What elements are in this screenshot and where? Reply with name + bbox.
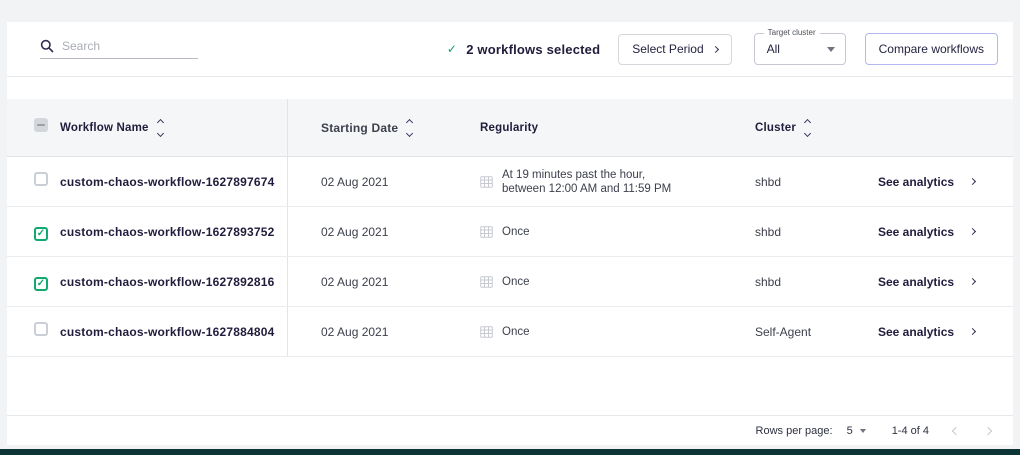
table-header: Workflow Name Starting Date Regularity C… [7, 99, 1013, 157]
column-regularity: Regularity [475, 122, 755, 134]
pagination-nav [953, 428, 991, 434]
see-analytics-link[interactable]: See analytics [871, 275, 1013, 289]
previous-page-button[interactable] [952, 426, 960, 434]
column-starting-date-label: Starting Date [321, 121, 398, 135]
toolbar: ✓ 2 workflows selected Select Period Tar… [7, 22, 1013, 77]
calendar-icon [480, 325, 493, 338]
chevron-right-icon [969, 178, 976, 185]
workflow-name: custom-chaos-workflow-1627893752 [60, 225, 287, 239]
regularity-text: At 19 minutes past the hour, between 12:… [502, 168, 671, 196]
rows-per-page-select[interactable]: 5 [847, 425, 866, 437]
column-regularity-label: Regularity [480, 122, 538, 134]
workflow-name: custom-chaos-workflow-1627884804 [60, 325, 287, 339]
see-analytics-label: See analytics [878, 225, 954, 239]
starting-date: 02 Aug 2021 [287, 257, 475, 306]
cluster-value: Self-Agent [755, 325, 871, 339]
cluster-value: shbd [755, 275, 871, 289]
table-row: custom-chaos-workflow-1627892816 02 Aug … [7, 257, 1013, 307]
chevron-right-icon [712, 45, 719, 52]
workflow-comparison-card: ✓ 2 workflows selected Select Period Tar… [7, 22, 1013, 445]
target-cluster-label: Target cluster [764, 28, 820, 37]
bottom-strip [0, 449, 1020, 455]
regularity-text: Once [502, 325, 530, 339]
chevron-right-icon [969, 278, 976, 285]
chevron-right-icon [969, 328, 976, 335]
starting-date: 02 Aug 2021 [287, 207, 475, 256]
column-workflow-name[interactable]: Workflow Name [60, 120, 287, 136]
chevron-down-icon [860, 429, 866, 433]
row-checkbox[interactable] [34, 227, 48, 241]
chevron-down-icon [827, 47, 835, 52]
row-checkbox[interactable] [34, 322, 48, 336]
rows-per-page-value: 5 [847, 425, 853, 437]
calendar-icon [480, 225, 493, 238]
selected-summary: ✓ 2 workflows selected [447, 42, 600, 57]
pagination-bar: Rows per page: 5 1-4 of 4 [7, 415, 1013, 445]
select-period-label: Select Period [632, 42, 703, 56]
table-row: custom-chaos-workflow-1627893752 02 Aug … [7, 207, 1013, 257]
target-cluster-select[interactable]: Target cluster All [754, 33, 846, 65]
table-row: custom-chaos-workflow-1627884804 02 Aug … [7, 307, 1013, 357]
next-page-button[interactable] [984, 426, 992, 434]
regularity-cell: Once [475, 225, 755, 239]
row-checkbox-cell [7, 223, 60, 241]
calendar-icon [480, 275, 493, 288]
calendar-icon [480, 175, 493, 188]
starting-date: 02 Aug 2021 [287, 157, 475, 206]
search-field[interactable] [40, 39, 198, 59]
see-analytics-label: See analytics [878, 325, 954, 339]
regularity-text: Once [502, 225, 530, 239]
row-checkbox[interactable] [34, 172, 48, 186]
header-checkbox-cell [7, 118, 60, 137]
workflow-name: custom-chaos-workflow-1627892816 [60, 275, 287, 289]
cluster-value: shbd [755, 175, 871, 189]
row-checkbox-cell [7, 172, 60, 191]
selected-summary-label: 2 workflows selected [466, 42, 600, 57]
sort-icon[interactable] [805, 120, 810, 136]
select-all-checkbox[interactable] [34, 118, 48, 132]
cluster-value: shbd [755, 225, 871, 239]
regularity-text: Once [502, 275, 530, 289]
column-workflow-name-label: Workflow Name [60, 122, 149, 134]
rows-per-page-label: Rows per page: [756, 425, 833, 437]
row-checkbox-cell [7, 322, 60, 341]
compare-workflows-label: Compare workflows [879, 42, 984, 56]
workflow-name: custom-chaos-workflow-1627897674 [60, 175, 287, 189]
regularity-cell: At 19 minutes past the hour, between 12:… [475, 168, 755, 196]
table-body: custom-chaos-workflow-1627897674 02 Aug … [7, 157, 1013, 357]
sort-icon[interactable] [407, 120, 412, 136]
search-icon [40, 39, 54, 53]
target-cluster-value: All [767, 42, 780, 56]
row-checkbox[interactable] [34, 277, 48, 291]
column-starting-date[interactable]: Starting Date [287, 99, 475, 156]
see-analytics-link[interactable]: See analytics [871, 225, 1013, 239]
see-analytics-label: See analytics [878, 175, 954, 189]
chevron-right-icon [969, 228, 976, 235]
check-icon: ✓ [447, 42, 457, 56]
column-cluster[interactable]: Cluster [755, 120, 871, 136]
column-cluster-label: Cluster [755, 122, 796, 134]
table-row: custom-chaos-workflow-1627897674 02 Aug … [7, 157, 1013, 207]
row-checkbox-cell [7, 273, 60, 291]
sort-icon[interactable] [158, 120, 163, 136]
select-period-button[interactable]: Select Period [618, 34, 731, 65]
see-analytics-label: See analytics [878, 275, 954, 289]
see-analytics-link[interactable]: See analytics [871, 175, 1013, 189]
regularity-cell: Once [475, 275, 755, 289]
see-analytics-link[interactable]: See analytics [871, 325, 1013, 339]
search-input[interactable] [62, 39, 182, 53]
page-range-label: 1-4 of 4 [892, 425, 929, 437]
regularity-cell: Once [475, 325, 755, 339]
starting-date: 02 Aug 2021 [287, 307, 475, 356]
compare-workflows-button[interactable]: Compare workflows [865, 33, 998, 65]
